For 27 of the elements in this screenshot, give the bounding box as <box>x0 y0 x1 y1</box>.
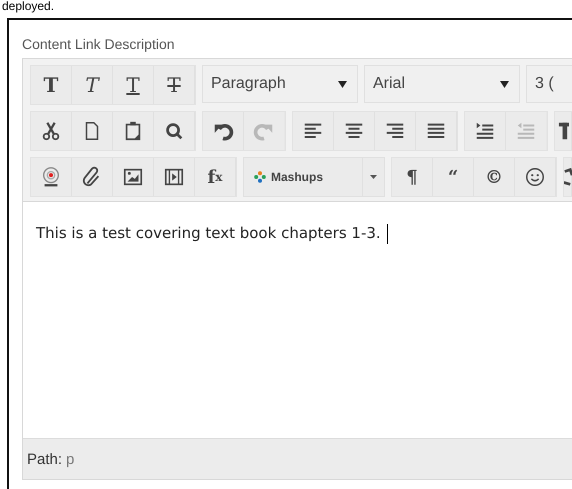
dropdown[interactable]: 3 ( <box>526 65 572 103</box>
indent-icon <box>474 120 496 142</box>
outdent-icon <box>515 120 537 142</box>
partial-tool-icon <box>558 120 568 142</box>
dropdown-value: 3 ( <box>535 75 554 93</box>
webcam-icon <box>40 166 62 188</box>
path-label: Path: <box>27 450 62 468</box>
film-icon <box>163 166 185 188</box>
caret-icon <box>370 175 377 179</box>
editor-content[interactable]: This is a test covering text book chapters 1-3. <box>23 202 572 438</box>
dropdown-value: Arial <box>373 75 406 93</box>
partial-tool-icon <box>564 166 572 188</box>
path-value: p <box>66 450 74 468</box>
text-cursor <box>386 224 388 244</box>
dropdown[interactable]: Paragraph <box>202 65 358 103</box>
dropdown-value: Paragraph <box>211 75 286 93</box>
search-icon <box>163 120 185 142</box>
scissors-icon <box>40 120 62 142</box>
dropdown-caret-icon <box>338 80 347 88</box>
body-text: This is a test covering text book chapters 1-3. <box>36 224 381 242</box>
smiley-icon <box>524 166 546 188</box>
dots-icon <box>254 171 266 183</box>
image-icon <box>122 166 144 188</box>
dropdown-caret-icon <box>500 80 509 88</box>
dropdown[interactable]: Arial <box>364 65 520 103</box>
field-label: Content Link Description <box>22 36 176 54</box>
intro-text: deployed. <box>1 0 54 13</box>
